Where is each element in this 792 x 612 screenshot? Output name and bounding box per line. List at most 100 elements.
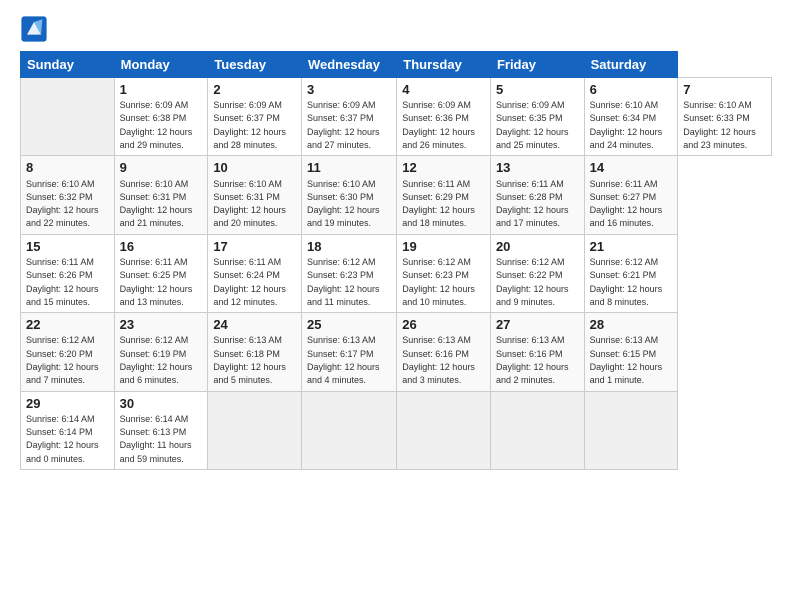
calendar-cell: 13 Sunrise: 6:11 AM Sunset: 6:28 PM Dayli… (490, 156, 584, 234)
calendar-cell: 12 Sunrise: 6:11 AM Sunset: 6:29 PM Dayli… (397, 156, 491, 234)
day-number: 28 (590, 316, 673, 334)
day-number: 23 (120, 316, 203, 334)
day-number: 22 (26, 316, 109, 334)
day-info: Sunrise: 6:13 AM Sunset: 6:18 PM Dayligh… (213, 335, 286, 385)
day-number: 10 (213, 159, 296, 177)
day-info: Sunrise: 6:11 AM Sunset: 6:25 PM Dayligh… (120, 257, 193, 307)
calendar-cell (208, 391, 302, 469)
day-number: 18 (307, 238, 391, 256)
calendar-cell: 2Sunrise: 6:09 AM Sunset: 6:37 PM Daylig… (208, 78, 302, 156)
day-info: Sunrise: 6:14 AM Sunset: 6:13 PM Dayligh… (120, 414, 192, 464)
day-number: 8 (26, 159, 109, 177)
day-info: Sunrise: 6:11 AM Sunset: 6:27 PM Dayligh… (590, 179, 663, 229)
calendar-cell (584, 391, 678, 469)
calendar-cell (21, 78, 115, 156)
calendar-cell: 20Sunrise: 6:12 AM Sunset: 6:22 PM Dayli… (490, 234, 584, 312)
day-info: Sunrise: 6:10 AM Sunset: 6:30 PM Dayligh… (307, 179, 380, 229)
calendar-cell: 26Sunrise: 6:13 AM Sunset: 6:16 PM Dayli… (397, 313, 491, 391)
calendar-cell: 29Sunrise: 6:14 AM Sunset: 6:14 PM Dayli… (21, 391, 115, 469)
day-info: Sunrise: 6:12 AM Sunset: 6:22 PM Dayligh… (496, 257, 569, 307)
day-info: Sunrise: 6:13 AM Sunset: 6:16 PM Dayligh… (496, 335, 569, 385)
day-number: 20 (496, 238, 579, 256)
day-number: 4 (402, 81, 485, 99)
calendar-cell: 4Sunrise: 6:09 AM Sunset: 6:36 PM Daylig… (397, 78, 491, 156)
calendar-header-monday: Monday (114, 52, 208, 78)
calendar-cell (301, 391, 396, 469)
day-info: Sunrise: 6:11 AM Sunset: 6:28 PM Dayligh… (496, 179, 569, 229)
calendar-header-wednesday: Wednesday (301, 52, 396, 78)
day-info: Sunrise: 6:11 AM Sunset: 6:29 PM Dayligh… (402, 179, 475, 229)
day-info: Sunrise: 6:09 AM Sunset: 6:37 PM Dayligh… (213, 100, 286, 150)
day-number: 13 (496, 159, 579, 177)
calendar-cell: 5Sunrise: 6:09 AM Sunset: 6:35 PM Daylig… (490, 78, 584, 156)
day-info: Sunrise: 6:10 AM Sunset: 6:33 PM Dayligh… (683, 100, 756, 150)
calendar-cell: 9 Sunrise: 6:10 AM Sunset: 6:31 PM Daylig… (114, 156, 208, 234)
calendar-header-friday: Friday (490, 52, 584, 78)
calendar-cell: 19Sunrise: 6:12 AM Sunset: 6:23 PM Dayli… (397, 234, 491, 312)
calendar-cell: 10 Sunrise: 6:10 AM Sunset: 6:31 PM Dayli… (208, 156, 302, 234)
day-number: 14 (590, 159, 673, 177)
day-info: Sunrise: 6:10 AM Sunset: 6:34 PM Dayligh… (590, 100, 663, 150)
calendar-cell: 14 Sunrise: 6:11 AM Sunset: 6:27 PM Dayli… (584, 156, 678, 234)
day-number: 27 (496, 316, 579, 334)
day-info: Sunrise: 6:09 AM Sunset: 6:38 PM Dayligh… (120, 100, 193, 150)
day-info: Sunrise: 6:09 AM Sunset: 6:35 PM Dayligh… (496, 100, 569, 150)
day-info: Sunrise: 6:10 AM Sunset: 6:31 PM Dayligh… (213, 179, 286, 229)
calendar-cell: 7Sunrise: 6:10 AM Sunset: 6:33 PM Daylig… (678, 78, 772, 156)
day-info: Sunrise: 6:13 AM Sunset: 6:16 PM Dayligh… (402, 335, 475, 385)
day-number: 1 (120, 81, 203, 99)
day-number: 21 (590, 238, 673, 256)
day-info: Sunrise: 6:12 AM Sunset: 6:20 PM Dayligh… (26, 335, 99, 385)
day-info: Sunrise: 6:10 AM Sunset: 6:31 PM Dayligh… (120, 179, 193, 229)
day-info: Sunrise: 6:11 AM Sunset: 6:24 PM Dayligh… (213, 257, 286, 307)
calendar-cell (397, 391, 491, 469)
day-info: Sunrise: 6:12 AM Sunset: 6:23 PM Dayligh… (307, 257, 380, 307)
day-number: 3 (307, 81, 391, 99)
calendar-cell: 17Sunrise: 6:11 AM Sunset: 6:24 PM Dayli… (208, 234, 302, 312)
day-info: Sunrise: 6:13 AM Sunset: 6:15 PM Dayligh… (590, 335, 663, 385)
calendar-header-sunday: Sunday (21, 52, 115, 78)
calendar-table: SundayMondayTuesdayWednesdayThursdayFrid… (20, 51, 772, 470)
day-info: Sunrise: 6:11 AM Sunset: 6:26 PM Dayligh… (26, 257, 99, 307)
day-number: 2 (213, 81, 296, 99)
calendar-cell (490, 391, 584, 469)
calendar-cell: 30Sunrise: 6:14 AM Sunset: 6:13 PM Dayli… (114, 391, 208, 469)
day-number: 17 (213, 238, 296, 256)
logo (20, 15, 52, 43)
day-number: 7 (683, 81, 766, 99)
calendar-cell: 6Sunrise: 6:10 AM Sunset: 6:34 PM Daylig… (584, 78, 678, 156)
calendar-cell: 11 Sunrise: 6:10 AM Sunset: 6:30 PM Dayli… (301, 156, 396, 234)
day-number: 24 (213, 316, 296, 334)
day-info: Sunrise: 6:12 AM Sunset: 6:19 PM Dayligh… (120, 335, 193, 385)
calendar-cell: 23Sunrise: 6:12 AM Sunset: 6:19 PM Dayli… (114, 313, 208, 391)
calendar-cell: 25Sunrise: 6:13 AM Sunset: 6:17 PM Dayli… (301, 313, 396, 391)
calendar-cell: 1Sunrise: 6:09 AM Sunset: 6:38 PM Daylig… (114, 78, 208, 156)
day-info: Sunrise: 6:12 AM Sunset: 6:21 PM Dayligh… (590, 257, 663, 307)
calendar-header-thursday: Thursday (397, 52, 491, 78)
day-number: 12 (402, 159, 485, 177)
day-number: 25 (307, 316, 391, 334)
calendar-cell: 18Sunrise: 6:12 AM Sunset: 6:23 PM Dayli… (301, 234, 396, 312)
day-info: Sunrise: 6:09 AM Sunset: 6:37 PM Dayligh… (307, 100, 380, 150)
day-number: 5 (496, 81, 579, 99)
day-number: 30 (120, 395, 203, 413)
calendar-cell: 21Sunrise: 6:12 AM Sunset: 6:21 PM Dayli… (584, 234, 678, 312)
day-number: 11 (307, 159, 391, 177)
calendar-cell: 28Sunrise: 6:13 AM Sunset: 6:15 PM Dayli… (584, 313, 678, 391)
calendar-cell: 24Sunrise: 6:13 AM Sunset: 6:18 PM Dayli… (208, 313, 302, 391)
calendar-header-saturday: Saturday (584, 52, 678, 78)
day-number: 15 (26, 238, 109, 256)
calendar-cell: 8 Sunrise: 6:10 AM Sunset: 6:32 PM Daylig… (21, 156, 115, 234)
day-number: 6 (590, 81, 673, 99)
day-info: Sunrise: 6:13 AM Sunset: 6:17 PM Dayligh… (307, 335, 380, 385)
day-number: 26 (402, 316, 485, 334)
calendar-cell: 16Sunrise: 6:11 AM Sunset: 6:25 PM Dayli… (114, 234, 208, 312)
calendar-cell: 27Sunrise: 6:13 AM Sunset: 6:16 PM Dayli… (490, 313, 584, 391)
day-number: 16 (120, 238, 203, 256)
day-info: Sunrise: 6:09 AM Sunset: 6:36 PM Dayligh… (402, 100, 475, 150)
day-number: 19 (402, 238, 485, 256)
day-number: 29 (26, 395, 109, 413)
calendar-cell: 15Sunrise: 6:11 AM Sunset: 6:26 PM Dayli… (21, 234, 115, 312)
day-number: 9 (120, 159, 203, 177)
day-info: Sunrise: 6:10 AM Sunset: 6:32 PM Dayligh… (26, 179, 99, 229)
